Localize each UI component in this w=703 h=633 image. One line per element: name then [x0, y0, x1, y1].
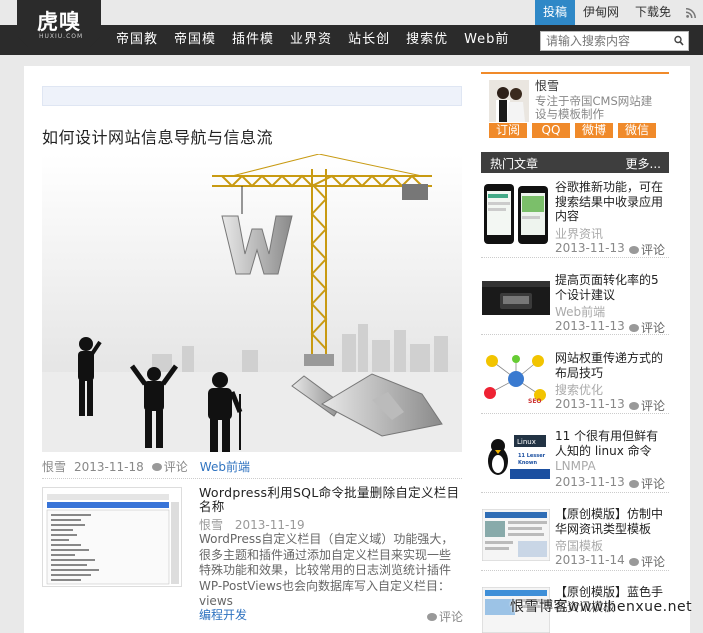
comment-icon — [629, 401, 639, 410]
hot-article-title[interactable]: 11 个很有用但鲜有人知的 linux 命令 — [555, 429, 669, 458]
comment-icon — [629, 323, 639, 332]
svg-text:Known: Known — [518, 460, 537, 466]
comment-label: 评论 — [641, 243, 666, 257]
comment-label: 评论 — [641, 399, 666, 413]
hot-article-comment-link[interactable]: 评论 — [629, 475, 665, 492]
main-nav: 帝国教 帝国模 插件模 业界资 站长创 搜索优 Web前 — [116, 25, 525, 55]
hot-article-thumbnail[interactable] — [482, 509, 550, 561]
hot-article-comment-link[interactable]: 评论 — [629, 241, 665, 258]
hot-article-thumbnail[interactable]: Linux 11 Lesser Known — [482, 431, 550, 483]
comment-icon — [629, 557, 639, 566]
comment-icon — [151, 462, 162, 471]
hot-article-date: 2013-11-13 — [555, 319, 625, 333]
article-comment-link[interactable]: 评论 — [151, 458, 188, 475]
post-excerpt: WordPress自定义栏目（自定义域）功能强大，很多主题和插件通过添加自定义栏… — [199, 532, 454, 608]
nav-item-plugin-template[interactable]: 插件模 — [232, 25, 274, 55]
post-category[interactable]: 编程开发 — [199, 606, 247, 623]
rss-icon[interactable] — [679, 0, 703, 25]
notice-bar — [42, 86, 462, 106]
avatar[interactable] — [489, 80, 529, 122]
hot-articles-more-link[interactable]: 更多... — [626, 155, 661, 172]
comment-label: 评论 — [641, 555, 666, 569]
comment-label: 评论 — [163, 460, 188, 474]
article-category[interactable]: Web前端 — [200, 458, 250, 475]
logo-text: 虎嗅 — [37, 9, 81, 34]
hot-article-date: 2013-11-14 — [555, 553, 625, 567]
post-divider — [42, 478, 462, 479]
nav-item-empire-tutorial[interactable]: 帝国教 — [116, 25, 158, 55]
qq-button[interactable]: QQ — [532, 123, 570, 138]
comment-icon — [629, 245, 639, 254]
nav-item-web-frontend[interactable]: Web前 — [464, 25, 509, 55]
wechat-button[interactable]: 微信 — [618, 123, 656, 138]
author-profile-card: 恨雪 专注于帝国CMS网站建设与模板制作 订阅 QQ 微博 微信 — [481, 72, 669, 138]
profile-description: 专注于帝国CMS网站建设与模板制作 — [535, 94, 653, 121]
subscribe-button[interactable]: 订阅 — [489, 123, 527, 138]
nav-item-webmaster[interactable]: 站长创 — [348, 25, 390, 55]
post-comment-link[interactable]: 评论 — [427, 608, 463, 625]
hot-article-category[interactable]: 搜索优化 — [555, 381, 603, 398]
hot-article-comment-link[interactable]: 评论 — [629, 319, 665, 336]
hot-article-category[interactable]: LNMPA — [555, 459, 596, 473]
nav-item-industry-news[interactable]: 业界资 — [290, 25, 332, 55]
hot-articles-title: 热门文章 — [490, 157, 539, 171]
post-thumbnail[interactable] — [42, 487, 182, 587]
article-date: 2013-11-18 — [74, 459, 144, 474]
comment-icon — [629, 479, 639, 488]
nav-item-seo[interactable]: 搜索优 — [406, 25, 448, 55]
nav-item-empire-template[interactable]: 帝国模 — [174, 25, 216, 55]
hot-article-date: 2013-11-13 — [555, 475, 625, 489]
hot-article-title[interactable]: 谷歌推新功能，可在搜索结果中收录应用内容 — [555, 180, 669, 224]
hot-article-category[interactable]: 帝国模板 — [555, 537, 603, 554]
search-icon[interactable] — [674, 35, 684, 47]
download-link[interactable]: 下载免 — [627, 0, 679, 25]
post-title[interactable]: Wordpress利用SQL命令批量删除自定义栏目名称 — [199, 486, 461, 514]
top-links: 投稿 伊甸网 下载免 — [534, 0, 703, 25]
comment-label: 评论 — [641, 477, 666, 491]
hot-article-item: 提高页面转化率的5个设计建议 Web前端 2013-11-13 评论 — [481, 273, 669, 335]
submit-link[interactable]: 投稿 — [534, 0, 575, 25]
hot-articles-header: 热门文章 更多... — [481, 152, 669, 173]
logo-subtext: HUXIU.COM — [39, 33, 84, 40]
comment-icon — [427, 612, 437, 621]
hot-article-item: 谷歌推新功能，可在搜索结果中收录应用内容 业界资讯 2013-11-13 评论 — [481, 180, 669, 258]
article-meta: 恨雪 2013-11-18 评论 Web前端 — [42, 458, 250, 475]
hot-article-comment-link[interactable]: 评论 — [629, 397, 665, 414]
hot-article-title[interactable]: 【原创模版】仿制中华网资讯类型模板 — [555, 507, 669, 536]
hot-article-item: SEO 网站权重传递方式的布局技巧 搜索优化 2013-11-13 评论 — [481, 351, 669, 414]
hot-article-thumbnail[interactable] — [482, 281, 550, 315]
article-hero-image[interactable] — [42, 154, 462, 452]
svg-text:Linux: Linux — [517, 438, 536, 446]
comment-label: 评论 — [439, 610, 464, 624]
hot-article-comment-link[interactable]: 评论 — [629, 553, 665, 570]
svg-text:SEO: SEO — [528, 398, 542, 405]
weibo-button[interactable]: 微博 — [575, 123, 613, 138]
profile-buttons: 订阅 QQ 微博 微信 — [489, 123, 661, 138]
hot-article-item: 【原创模版】仿制中华网资讯类型模板 帝国模板 2013-11-14 评论 — [481, 507, 669, 571]
hot-article-category[interactable]: Web前端 — [555, 303, 605, 320]
watermark: 恨雪博客www.henxue.net — [510, 599, 693, 615]
post-date: 2013-11-19 — [234, 518, 305, 532]
search-input[interactable] — [541, 32, 669, 50]
hot-article-thumbnail[interactable] — [482, 182, 550, 246]
top-bar: 虎嗅 HUXIU.COM 帝国教 帝国模 插件模 业界资 站长创 搜索优 Web… — [0, 0, 703, 55]
post-author[interactable]: 恨雪 — [199, 518, 223, 532]
article-title[interactable]: 如何设计网站信息导航与信息流 — [42, 124, 273, 148]
svg-text:11 Lesser: 11 Lesser — [518, 453, 546, 459]
comment-label: 评论 — [641, 321, 666, 335]
hot-article-title[interactable]: 提高页面转化率的5个设计建议 — [555, 273, 669, 302]
article-author[interactable]: 恨雪 — [42, 458, 66, 475]
search-box — [540, 31, 689, 51]
hot-article-title[interactable]: 网站权重传递方式的布局技巧 — [555, 351, 669, 380]
post-meta: 恨雪 2013-11-19 — [199, 516, 305, 533]
hot-article-category[interactable]: 业界资讯 — [555, 225, 603, 242]
hot-article-thumbnail[interactable]: SEO — [482, 353, 550, 405]
hot-article-date: 2013-11-13 — [555, 397, 625, 411]
site-logo[interactable]: 虎嗅 HUXIU.COM — [17, 0, 101, 50]
hot-article-item: Linux 11 Lesser Known 11 个很有用但鲜有人知的 linu… — [481, 429, 669, 493]
profile-name[interactable]: 恨雪 — [535, 77, 559, 94]
hot-article-date: 2013-11-13 — [555, 241, 625, 255]
yidian-link[interactable]: 伊甸网 — [575, 0, 627, 25]
